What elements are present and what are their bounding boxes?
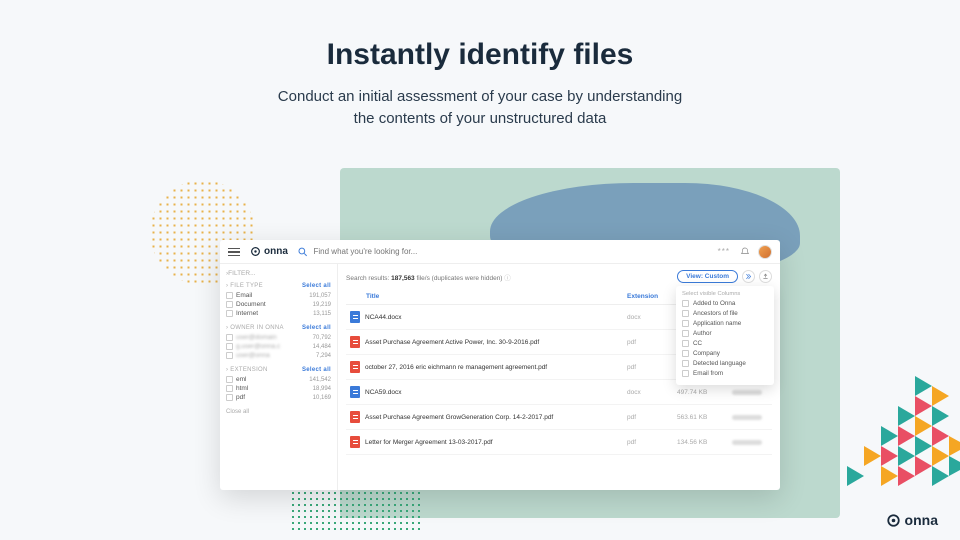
file-ext: docx <box>627 389 677 396</box>
sidebar-group-head[interactable]: › OWNER IN ONNASelect all <box>226 325 331 331</box>
export-button[interactable] <box>759 270 772 283</box>
file-size: 497.74 KB <box>677 389 732 396</box>
select-all-link[interactable]: Select all <box>302 283 331 289</box>
checkbox[interactable] <box>682 310 689 317</box>
file-size: 563.61 KB <box>677 414 732 421</box>
hero-title: Instantly identify files <box>0 0 960 72</box>
sidebar-filter-item[interactable]: eml141,542 <box>226 376 331 383</box>
dropdown-title: Select visible Columns <box>682 291 768 297</box>
checkbox[interactable] <box>682 350 689 357</box>
col-extension[interactable]: Extension <box>627 293 677 300</box>
sidebar-filter-item[interactable]: pdf10,169 <box>226 394 331 401</box>
checkbox[interactable] <box>226 343 233 350</box>
menu-icon[interactable] <box>228 247 240 257</box>
checkbox[interactable] <box>226 385 233 392</box>
main-content: Search results: 187,563 file/s (duplicat… <box>338 264 780 490</box>
table-row[interactable]: Letter for Merger Agreement 13-03-2017.p… <box>346 430 772 455</box>
file-ext: pdf <box>627 339 677 346</box>
file-icon <box>350 311 360 323</box>
checkbox[interactable] <box>226 301 233 308</box>
checkbox[interactable] <box>226 394 233 401</box>
checkbox[interactable] <box>682 320 689 327</box>
table-row[interactable]: Asset Purchase Agreement GrowGeneration … <box>346 405 772 430</box>
sidebar-group-head[interactable]: › FILE TYPESelect all <box>226 283 331 289</box>
dropdown-item[interactable]: Detected language <box>682 360 768 367</box>
close-all-link[interactable]: Close all <box>226 409 331 415</box>
checkbox[interactable] <box>226 334 233 341</box>
dropdown-item[interactable]: CC <box>682 340 768 347</box>
dropdown-item[interactable]: Application name <box>682 320 768 327</box>
checkbox[interactable] <box>682 340 689 347</box>
file-icon <box>350 361 360 373</box>
app-window: onna *** › FILTER... › FILE TYPESelect a… <box>220 240 780 490</box>
columns-dropdown: Select visible Columns Added to Onna Ance… <box>676 286 774 385</box>
sidebar-filter-item[interactable]: user@domain70,792 <box>226 334 331 341</box>
col-title[interactable]: Title <box>346 293 627 300</box>
checkbox[interactable] <box>682 370 689 377</box>
brand-logo[interactable]: onna <box>250 246 288 257</box>
file-ext: pdf <box>627 439 677 446</box>
dropdown-item[interactable]: Email from <box>682 370 768 377</box>
sidebar-filter-item[interactable]: html18,994 <box>226 385 331 392</box>
file-name: october 27, 2016 eric eichmann re manage… <box>365 364 627 371</box>
bell-icon[interactable] <box>740 247 750 257</box>
file-icon <box>350 386 360 398</box>
file-name: NCA44.docx <box>365 314 627 321</box>
sidebar-group-head[interactable]: › EXTENSIONSelect all <box>226 367 331 373</box>
results-count: Search results: 187,563 file/s (duplicat… <box>346 272 511 282</box>
search-icon <box>298 247 308 257</box>
hero-subtitle: Conduct an initial assessment of your ca… <box>0 86 960 130</box>
file-name: Asset Purchase Agreement GrowGeneration … <box>365 414 627 421</box>
columns-button[interactable] <box>742 270 755 283</box>
view-toggle[interactable]: View: Custom <box>677 270 738 283</box>
file-name: Letter for Merger Agreement 13-03-2017.p… <box>365 439 627 446</box>
sidebar-filter-item[interactable]: g.user@onna.c14,484 <box>226 343 331 350</box>
file-icon <box>350 411 360 423</box>
file-ext: docx <box>627 314 677 321</box>
footer-brand: onna <box>886 512 938 528</box>
avatar[interactable] <box>758 245 772 259</box>
file-ext: pdf <box>627 364 677 371</box>
select-all-link[interactable]: Select all <box>302 325 331 331</box>
sidebar-filter-item[interactable]: user@onna7,294 <box>226 352 331 359</box>
checkbox[interactable] <box>682 330 689 337</box>
file-icon <box>350 436 360 448</box>
checkbox[interactable] <box>682 300 689 307</box>
more-button[interactable]: *** <box>718 247 730 256</box>
dropdown-item[interactable]: Company <box>682 350 768 357</box>
dropdown-item[interactable]: Added to Onna <box>682 300 768 307</box>
app-header: onna *** <box>220 240 780 264</box>
sidebar-filter-item[interactable]: Internet13,115 <box>226 310 331 317</box>
sidebar-filter-item[interactable]: Email191,057 <box>226 292 331 299</box>
search-field[interactable] <box>298 247 708 257</box>
file-icon <box>350 336 360 348</box>
decorative-triangles <box>820 346 960 516</box>
checkbox[interactable] <box>226 310 233 317</box>
checkbox[interactable] <box>226 376 233 383</box>
checkbox[interactable] <box>226 292 233 299</box>
select-all-link[interactable]: Select all <box>302 367 331 373</box>
file-name: Asset Purchase Agreement Active Power, I… <box>365 339 627 346</box>
sidebar: › FILTER... › FILE TYPESelect all Email19… <box>220 264 338 490</box>
file-ext: pdf <box>627 414 677 421</box>
dropdown-item[interactable]: Author <box>682 330 768 337</box>
filter-label[interactable]: › FILTER... <box>226 270 331 277</box>
dropdown-item[interactable]: Ancestors of file <box>682 310 768 317</box>
sidebar-filter-item[interactable]: Document19,219 <box>226 301 331 308</box>
checkbox[interactable] <box>682 360 689 367</box>
file-name: NCA59.docx <box>365 389 627 396</box>
search-input[interactable] <box>314 247 708 256</box>
checkbox[interactable] <box>226 352 233 359</box>
file-size: 134.56 KB <box>677 439 732 446</box>
